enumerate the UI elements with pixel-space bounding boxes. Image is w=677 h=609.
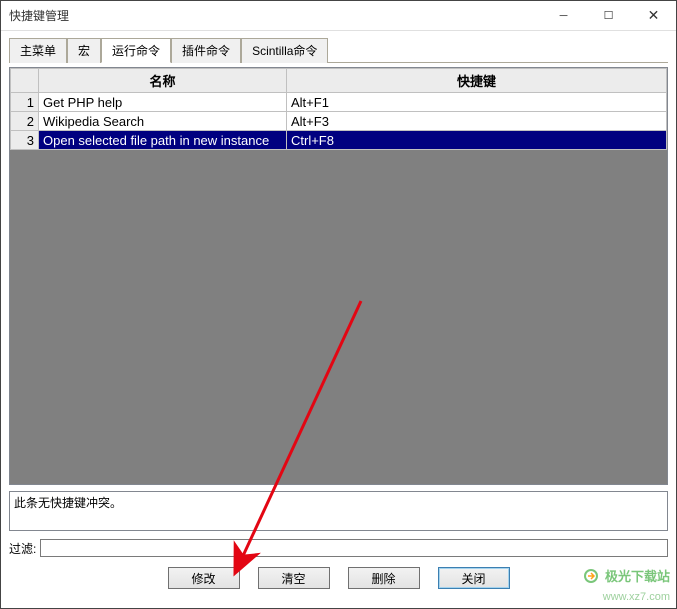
row-shortcut: Ctrl+F8 — [287, 131, 667, 150]
titlebar: 快捷键管理 ─ ☐ ✕ — [1, 1, 676, 31]
col-header-shortcut[interactable]: 快捷键 — [287, 69, 667, 93]
col-header-rownum[interactable] — [11, 69, 39, 93]
row-name: Wikipedia Search — [39, 112, 287, 131]
status-message: 此条无快捷键冲突。 — [9, 491, 668, 531]
row-number: 2 — [11, 112, 39, 131]
tab-plugin-command[interactable]: 插件命令 — [171, 38, 241, 63]
modify-button[interactable]: 修改 — [168, 567, 240, 589]
table-row[interactable]: 2 Wikipedia Search Alt+F3 — [11, 112, 667, 131]
window-controls: ─ ☐ ✕ — [541, 1, 676, 30]
col-header-name[interactable]: 名称 — [39, 69, 287, 93]
row-number: 3 — [11, 131, 39, 150]
table-row[interactable]: 1 Get PHP help Alt+F1 — [11, 93, 667, 112]
filter-input[interactable] — [40, 539, 668, 557]
clear-button[interactable]: 清空 — [258, 567, 330, 589]
row-shortcut: Alt+F3 — [287, 112, 667, 131]
tab-scintilla-command[interactable]: Scintilla命令 — [241, 38, 328, 63]
row-shortcut: Alt+F1 — [287, 93, 667, 112]
tab-bar: 主菜单 宏 运行命令 插件命令 Scintilla命令 — [9, 37, 668, 63]
row-name: Get PHP help — [39, 93, 287, 112]
maximize-button[interactable]: ☐ — [586, 1, 631, 30]
filter-row: 过滤: — [9, 539, 668, 557]
watermark-text-2: www.xz7.com — [603, 591, 670, 603]
shortcut-table-container: 名称 快捷键 1 Get PHP help Alt+F1 2 Wikipedia… — [9, 67, 668, 485]
tab-macro[interactable]: 宏 — [67, 38, 101, 63]
button-row: 修改 清空 删除 关闭 — [9, 567, 668, 589]
tab-main-menu[interactable]: 主菜单 — [9, 38, 67, 63]
table-row[interactable]: 3 Open selected file path in new instanc… — [11, 131, 667, 150]
minimize-button[interactable]: ─ — [541, 1, 586, 30]
filter-label: 过滤: — [9, 540, 36, 557]
tab-run-command[interactable]: 运行命令 — [101, 38, 171, 63]
row-number: 1 — [11, 93, 39, 112]
shortcut-table: 名称 快捷键 1 Get PHP help Alt+F1 2 Wikipedia… — [10, 68, 667, 150]
close-button[interactable]: ✕ — [631, 1, 676, 30]
window-title: 快捷键管理 — [9, 7, 541, 24]
row-name: Open selected file path in new instance — [39, 131, 287, 150]
close-dialog-button[interactable]: 关闭 — [438, 567, 510, 589]
delete-button[interactable]: 删除 — [348, 567, 420, 589]
